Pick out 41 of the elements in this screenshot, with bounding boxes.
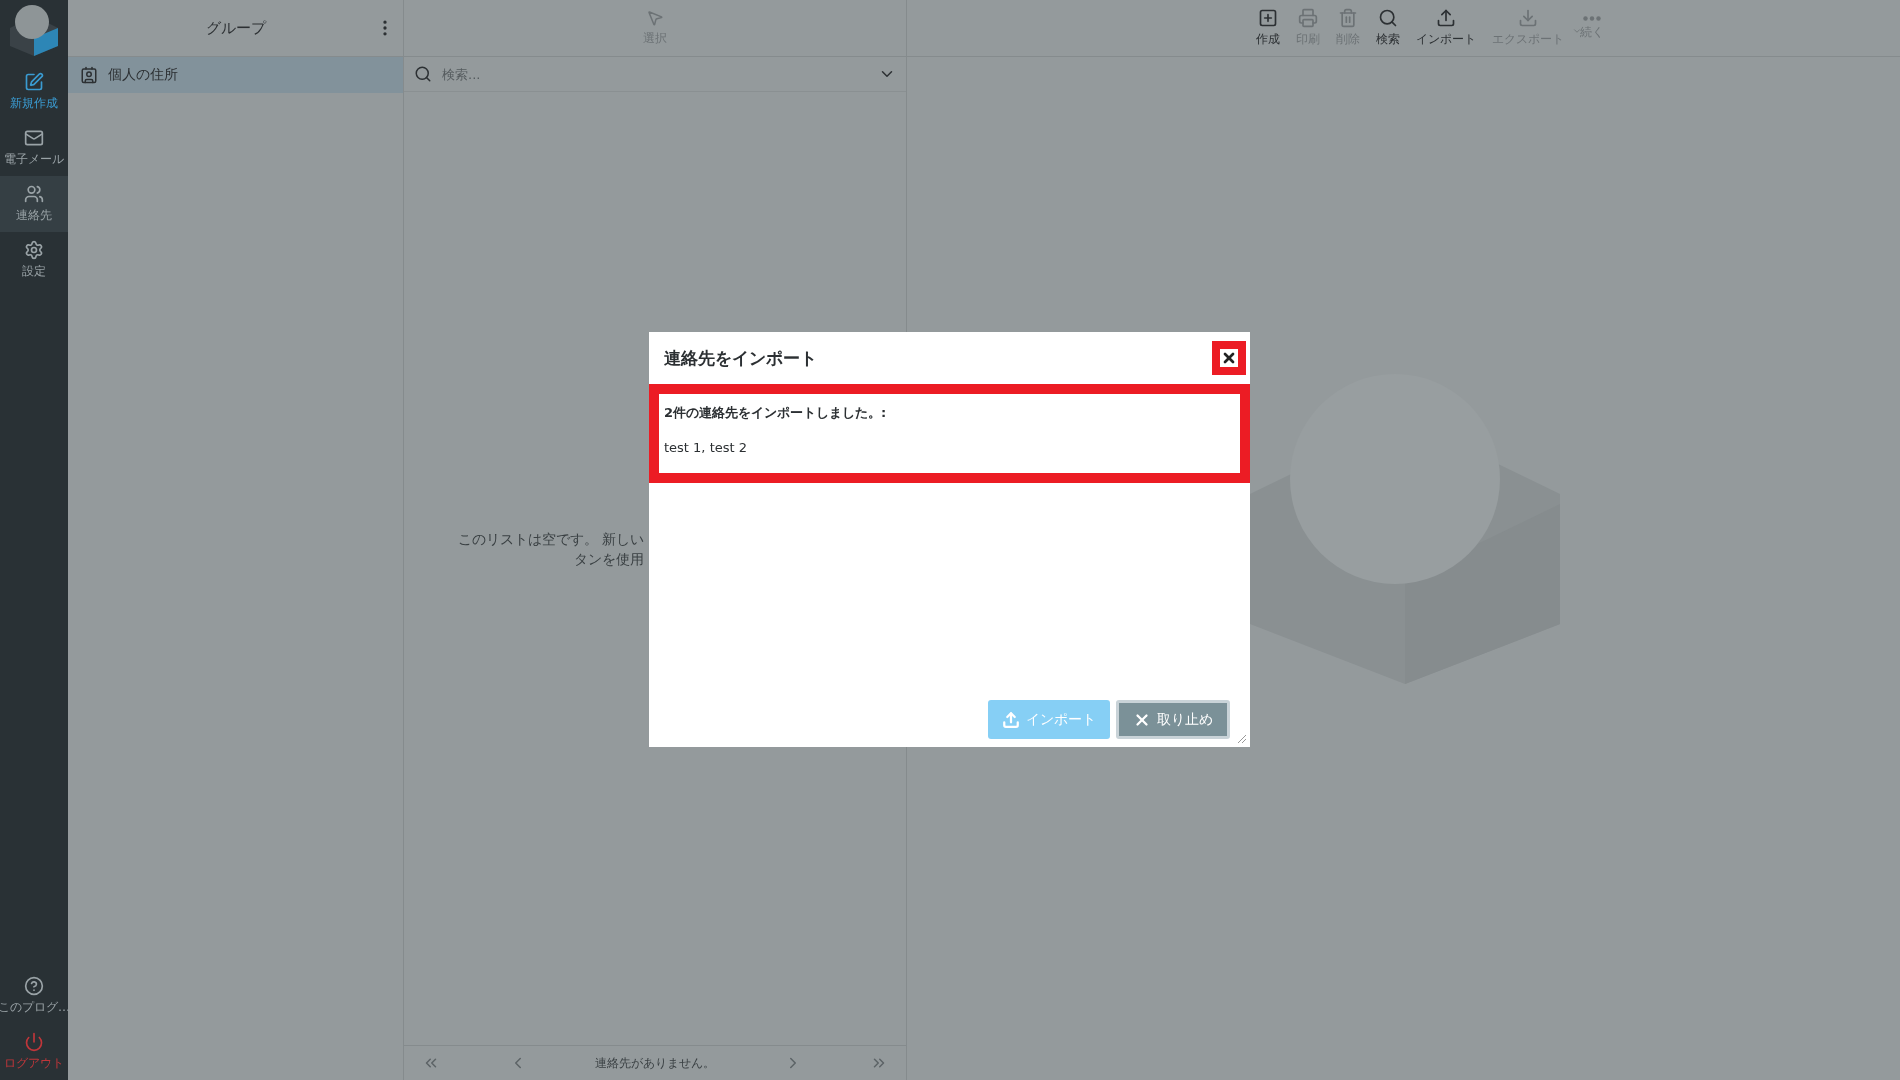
export-icon xyxy=(1518,8,1538,28)
delete-icon xyxy=(1338,8,1358,28)
sidebar-item[interactable]: 連絡先 xyxy=(0,176,68,232)
imported-names: test 1, test 2 xyxy=(664,440,748,455)
about-icon xyxy=(24,976,44,996)
cancel-button[interactable]: 取り止め xyxy=(1116,700,1230,739)
mail-icon xyxy=(24,128,44,148)
more-icon xyxy=(1583,15,1601,21)
sidebar-item[interactable]: 新規作成 xyxy=(0,64,68,120)
resize-grip-icon[interactable] xyxy=(1237,734,1247,744)
toolbar-button[interactable]: 作成 xyxy=(1250,8,1286,48)
toolbar-button[interactable]: インポート xyxy=(1410,8,1482,48)
import-message: 2件の連絡先をインポートしました。: xyxy=(664,404,888,422)
import-icon xyxy=(1436,8,1456,28)
print-icon xyxy=(1298,8,1318,28)
caret-icon[interactable] xyxy=(1572,26,1582,36)
search-icon xyxy=(414,65,432,83)
settings-icon xyxy=(24,240,44,260)
sidebar-item[interactable]: 電子メール xyxy=(0,120,68,176)
create-icon xyxy=(1258,8,1278,28)
group-item[interactable]: 個人の住所 xyxy=(68,57,403,93)
sidebar-item[interactable]: 設定 xyxy=(0,232,68,288)
close-icon xyxy=(1221,350,1237,366)
pager-status: 連絡先がありません。 xyxy=(595,1054,715,1072)
import-icon xyxy=(1002,710,1020,729)
close-button[interactable] xyxy=(1212,341,1246,375)
toolbar-button[interactable]: 検索 xyxy=(1370,8,1406,48)
search-field[interactable]: 検索... xyxy=(440,65,870,83)
sidebar-item[interactable]: このプログ… xyxy=(0,968,68,1024)
dialog-title: 連絡先をインポート xyxy=(664,346,817,370)
group-label: 個人の住所 xyxy=(108,66,178,84)
logout-icon xyxy=(24,1032,44,1052)
contacts-icon xyxy=(24,184,44,204)
panel-title: グループ xyxy=(205,18,266,38)
compose-icon xyxy=(24,72,44,92)
sidebar-item[interactable]: ログアウト xyxy=(0,1024,68,1080)
empty-message: このリストは空です。 新しい xyxy=(457,529,644,549)
empty-message: タンを使用 xyxy=(574,549,644,569)
address-book-icon xyxy=(80,66,98,84)
pointer-icon xyxy=(646,9,664,27)
search-icon xyxy=(1378,8,1398,28)
